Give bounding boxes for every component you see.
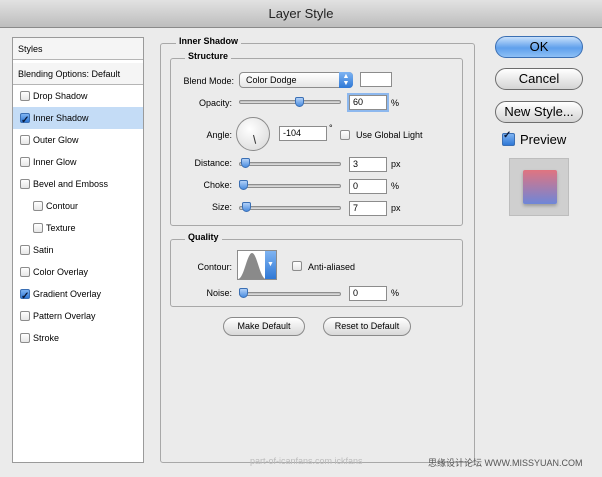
inner-shadow-title: Inner Shadow <box>176 36 242 46</box>
sidebar-item-texture[interactable]: Texture <box>13 217 143 239</box>
size-label: Size: <box>211 202 232 212</box>
distance-slider-thumb[interactable] <box>240 158 250 168</box>
sidebar-item-label: Contour <box>46 201 79 211</box>
preview-swatch <box>523 170 557 204</box>
choke-field[interactable]: 0 <box>349 179 387 194</box>
angle-dial[interactable] <box>236 117 270 151</box>
contour-dropdown-icon[interactable]: ▼ <box>265 251 276 279</box>
sidebar-checkbox[interactable] <box>20 110 30 132</box>
distance-slider-track[interactable] <box>239 162 341 166</box>
sidebar-item-label: Bevel and Emboss <box>33 179 109 189</box>
size-unit: px <box>391 203 401 213</box>
sidebar-item-inner-glow[interactable]: Inner Glow <box>13 151 143 173</box>
sidebar-item-label: Drop Shadow <box>33 91 88 101</box>
select-arrows-icon: ▲ ▼ <box>339 72 353 88</box>
reset-to-default-button[interactable]: Reset to Default <box>323 317 411 336</box>
angle-label: Angle: <box>206 130 232 140</box>
noise-unit: % <box>391 288 400 298</box>
sidebar-item-bevel-and-emboss[interactable]: Bevel and Emboss <box>13 173 143 195</box>
noise-label: Noise: <box>206 288 232 298</box>
watermark-right: 思缘设计论坛 WWW.MISSYUAN.COM <box>428 458 583 468</box>
anti-aliased-label: Anti-aliased <box>308 262 356 272</box>
sidebar-item-outer-glow[interactable]: Outer Glow <box>13 129 143 151</box>
opacity-slider-track[interactable] <box>239 100 341 104</box>
sidebar-item-label: Stroke <box>33 333 60 343</box>
sidebar-item-contour[interactable]: Contour <box>13 195 143 217</box>
choke-unit: % <box>391 181 400 191</box>
window-title: Layer Style <box>0 0 602 28</box>
sidebar-item-drop-shadow[interactable]: Drop Shadow <box>13 85 143 107</box>
choke-slider-track[interactable] <box>239 184 341 188</box>
cancel-button[interactable]: Cancel <box>495 68 583 90</box>
noise-field[interactable]: 0 <box>349 286 387 301</box>
angle-unit: ° <box>329 123 333 133</box>
blend-mode-value: Color Dodge <box>246 75 297 85</box>
sidebar-checkbox[interactable] <box>20 179 30 189</box>
sidebar-checkbox[interactable] <box>20 157 30 167</box>
sidebar-checkbox[interactable] <box>20 333 30 343</box>
sidebar-checkbox[interactable] <box>20 267 30 277</box>
sidebar-item-label: Gradient Overlay <box>33 289 102 299</box>
opacity-label: Opacity: <box>198 98 232 108</box>
sidebar-item-inner-shadow[interactable]: Inner Shadow <box>13 107 143 132</box>
opacity-unit: % <box>391 98 400 108</box>
blend-mode-select[interactable]: Color Dodge ▲ ▼ <box>239 72 353 88</box>
sidebar-checkbox[interactable] <box>20 286 30 308</box>
blend-mode-label: Blend Mode: <box>183 76 234 86</box>
distance-field[interactable]: 3 <box>349 157 387 172</box>
ok-button[interactable]: OK <box>495 36 583 58</box>
contour-label: Contour: <box>197 262 232 272</box>
choke-label: Choke: <box>203 180 232 190</box>
sidebar-checkbox[interactable] <box>33 201 43 211</box>
make-default-button[interactable]: Make Default <box>223 317 305 336</box>
sidebar-item-stroke[interactable]: Stroke <box>13 327 143 349</box>
sidebar-item-satin[interactable]: Satin <box>13 239 143 261</box>
opacity-field[interactable]: 60 <box>349 95 387 110</box>
sidebar-checkbox[interactable] <box>20 311 30 321</box>
angle-dial-hand <box>253 134 257 144</box>
sidebar-checkbox[interactable] <box>20 91 30 101</box>
sidebar-item-label: Outer Glow <box>33 135 79 145</box>
sidebar-item-label: Pattern Overlay <box>33 311 96 321</box>
watermark-left: part-of-icanfans.com ickfans <box>250 456 363 466</box>
contour-picker[interactable]: ▼ <box>237 250 277 280</box>
sidebar-item-pattern-overlay[interactable]: Pattern Overlay <box>13 305 143 327</box>
preview-checkbox[interactable] <box>502 130 515 146</box>
use-global-light-checkbox[interactable] <box>340 130 350 140</box>
angle-field[interactable]: -104 <box>279 126 327 141</box>
anti-aliased-checkbox[interactable] <box>292 261 302 271</box>
sidebar-item-label: Inner Shadow <box>33 113 89 123</box>
sidebar-item-color-overlay[interactable]: Color Overlay <box>13 261 143 283</box>
shadow-color-swatch[interactable] <box>360 72 392 87</box>
sidebar-checkbox[interactable] <box>33 223 43 233</box>
styles-header-label: Styles <box>18 44 43 54</box>
size-field[interactable]: 7 <box>349 201 387 216</box>
preview-label: Preview <box>520 132 567 147</box>
sidebar-item-label: Color Overlay <box>33 267 89 277</box>
sidebar-item-label: Inner Glow <box>33 157 77 167</box>
styles-list: Styles Blending Options: Default Drop Sh… <box>12 37 144 463</box>
styles-header[interactable]: Styles <box>13 38 143 60</box>
size-slider-track[interactable] <box>239 206 341 210</box>
structure-title: Structure <box>185 51 232 61</box>
use-global-light-label: Use Global Light <box>356 130 423 140</box>
sidebar-item-gradient-overlay[interactable]: Gradient Overlay <box>13 283 143 308</box>
sidebar-item-label: Satin <box>33 245 54 255</box>
opacity-slider-thumb[interactable] <box>294 97 304 107</box>
blending-options-label: Blending Options: Default <box>18 69 121 79</box>
contour-curve-icon <box>238 253 266 279</box>
quality-title: Quality <box>185 232 222 242</box>
preview-box <box>509 158 569 216</box>
sidebar-checkbox[interactable] <box>20 135 30 145</box>
distance-label: Distance: <box>194 158 232 168</box>
size-slider-thumb[interactable] <box>241 202 251 212</box>
distance-unit: px <box>391 159 401 169</box>
choke-slider-thumb[interactable] <box>239 180 248 190</box>
new-style-button[interactable]: New Style... <box>495 101 583 123</box>
blending-options-item[interactable]: Blending Options: Default <box>13 63 143 85</box>
noise-slider-track[interactable] <box>239 292 341 296</box>
noise-slider-thumb[interactable] <box>239 288 248 298</box>
sidebar-checkbox[interactable] <box>20 245 30 255</box>
sidebar-item-label: Texture <box>46 223 76 233</box>
